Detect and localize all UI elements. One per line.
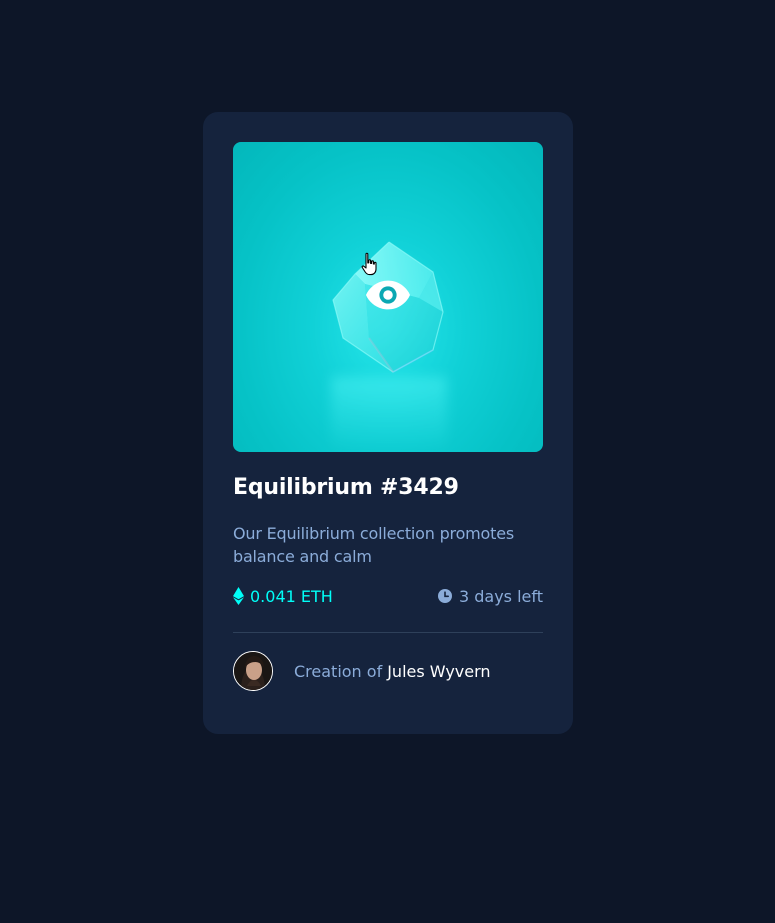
avatar-image [234,652,272,690]
divider [233,632,543,633]
hand-pointer-icon [361,252,377,276]
creator-prefix: Creation of [294,661,383,681]
avatar [233,651,273,691]
time-left-value: 3 days left [458,586,543,606]
nft-card: Equilibrium #3429 Our Equilibrium collec… [203,112,573,734]
nft-description: Our Equilibrium collection promotes bala… [233,524,514,566]
creator-row: Creation of Jules Wyvern [233,651,543,691]
ethereum-icon [233,587,244,605]
creator-name-link[interactable]: Jules Wyvern [387,662,490,681]
price-value: 0.041 ETH [250,586,333,606]
nft-title[interactable]: Equilibrium #3429 [233,474,543,502]
nft-image[interactable] [233,142,543,452]
clock-icon [437,589,452,603]
time-left: 3 days left [437,586,543,606]
nft-meta-row: 0.041 ETH 3 days left [233,584,543,608]
price: 0.041 ETH [233,587,333,606]
eye-icon[interactable] [365,278,411,312]
